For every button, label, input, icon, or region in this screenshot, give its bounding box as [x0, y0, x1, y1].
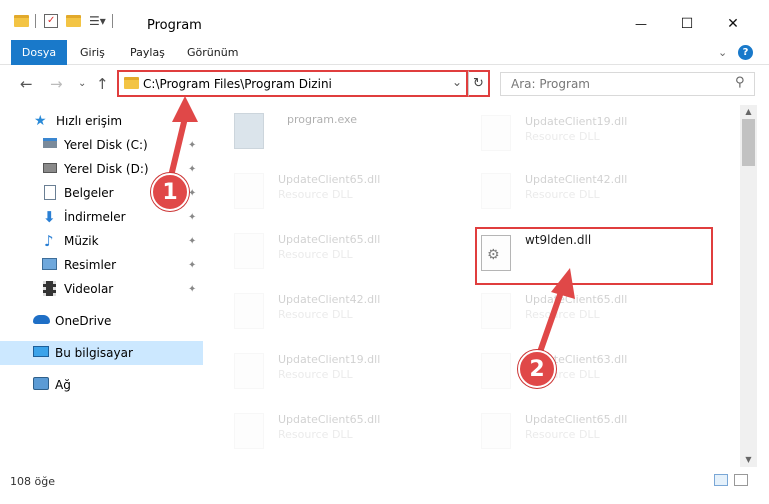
step-1-badge: 1 [151, 173, 189, 211]
arrow-1-shaft [169, 115, 188, 175]
step-2-badge: 2 [518, 350, 556, 388]
arrow-1-head [172, 96, 198, 122]
arrow-2-shaft [537, 289, 564, 355]
annotation-arrows [169, 96, 575, 355]
arrow-2-head [551, 268, 575, 299]
